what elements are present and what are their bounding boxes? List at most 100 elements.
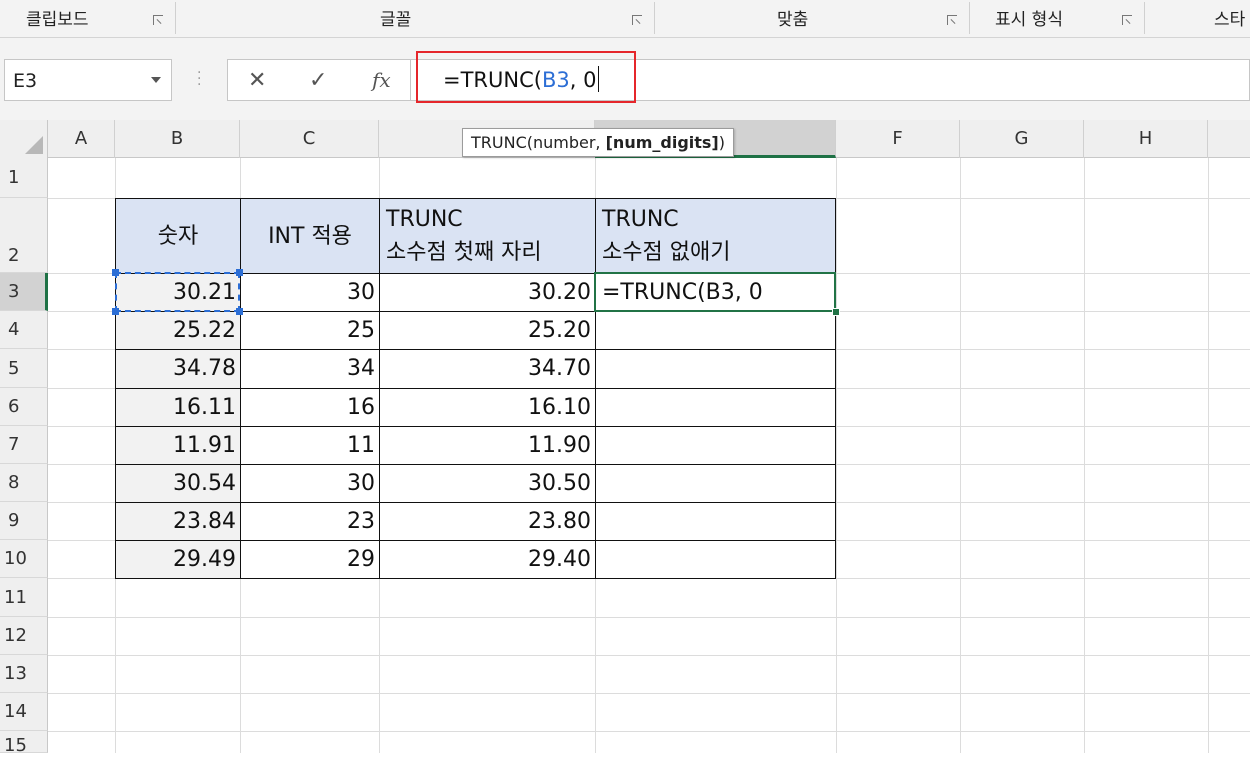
cell-e8[interactable] — [595, 464, 836, 503]
ribbon-group-number[interactable]: 표시 형식 — [995, 0, 1063, 37]
column-header-b[interactable]: B — [115, 120, 240, 158]
cell-c3[interactable]: 30 — [240, 273, 380, 312]
row-header-1[interactable]: 1 — [0, 158, 48, 198]
cell-b8[interactable]: 30.54 — [115, 464, 241, 503]
row-header-14[interactable]: 14 — [0, 693, 48, 731]
header-cell-c2[interactable]: INT 적용 — [240, 198, 380, 274]
row-header-9[interactable]: 9 — [0, 502, 48, 540]
function-argument-tooltip[interactable]: TRUNC(number, [num_digits]) — [462, 128, 734, 157]
cell-c10[interactable]: 29 — [240, 540, 380, 579]
gridline — [48, 731, 1250, 732]
cell-b10[interactable]: 29.49 — [115, 540, 241, 579]
more-options-icon[interactable]: · · · — [197, 66, 201, 92]
name-box-value: E3 — [13, 70, 38, 92]
gridline — [1208, 158, 1209, 753]
row-header-4[interactable]: 4 — [0, 311, 48, 349]
chevron-down-icon[interactable] — [151, 77, 161, 83]
insert-function-icon[interactable]: fx — [372, 68, 391, 92]
header-cell-d2[interactable]: TRUNC 소수점 첫째 자리 — [379, 198, 596, 274]
enter-check-icon[interactable]: ✓ — [309, 70, 327, 92]
header-cell-b2[interactable]: 숫자 — [115, 198, 241, 274]
cell-b4[interactable]: 25.22 — [115, 311, 241, 350]
cell-b5[interactable]: 34.78 — [115, 349, 241, 389]
ribbon-separator — [969, 2, 970, 34]
column-header-g[interactable]: G — [960, 120, 1084, 158]
ribbon-group-alignment[interactable]: 맞춤 — [777, 0, 808, 37]
cell-d6[interactable]: 16.10 — [379, 388, 596, 427]
cell-c5[interactable]: 34 — [240, 349, 380, 389]
fill-handle[interactable] — [832, 308, 840, 316]
cell-c7[interactable]: 11 — [240, 426, 380, 465]
cell-d10[interactable]: 29.40 — [379, 540, 596, 579]
cell-d3[interactable]: 30.20 — [379, 273, 596, 312]
clipboard-launcher-icon[interactable] — [153, 15, 164, 26]
alignment-launcher-icon[interactable] — [947, 15, 958, 26]
column-header-a[interactable]: A — [48, 120, 115, 158]
active-cell-border — [594, 272, 836, 312]
cell-e10[interactable] — [595, 540, 836, 579]
cell-c4[interactable]: 25 — [240, 311, 380, 350]
tooltip-current-argument[interactable]: [num_digits] — [606, 133, 719, 152]
cell-c9[interactable]: 23 — [240, 502, 380, 541]
reference-handle[interactable] — [112, 308, 119, 315]
gridline — [48, 655, 1250, 656]
tooltip-suffix: ) — [718, 133, 725, 152]
ribbon-group-font[interactable]: 글꼴 — [380, 0, 411, 37]
header-cell-b2-text: 숫자 — [157, 223, 199, 249]
cell-e7[interactable] — [595, 426, 836, 465]
header-cell-e2-line2: 소수점 없애기 — [602, 240, 731, 265]
row-header-6[interactable]: 6 — [0, 388, 48, 426]
row-header-11[interactable]: 11 — [0, 578, 48, 617]
header-cell-c2-text: INT 적용 — [268, 223, 352, 249]
font-launcher-icon[interactable] — [632, 15, 643, 26]
cell-e6[interactable] — [595, 388, 836, 427]
column-header-f[interactable]: F — [836, 120, 960, 158]
formula-divider — [410, 59, 411, 101]
row-header-13[interactable]: 13 — [0, 655, 48, 693]
ribbon: 클립보드 글꼴 맞춤 표시 형식 스타 — [0, 0, 1250, 38]
row-header-8[interactable]: 8 — [0, 464, 48, 502]
row-header-12[interactable]: 12 — [0, 617, 48, 655]
cell-e9[interactable] — [595, 502, 836, 541]
cell-b6[interactable]: 16.11 — [115, 388, 241, 427]
cell-d7[interactable]: 11.90 — [379, 426, 596, 465]
cell-d4[interactable]: 25.20 — [379, 311, 596, 350]
ribbon-group-clipboard[interactable]: 클립보드 — [26, 0, 89, 37]
column-header-h[interactable]: H — [1084, 120, 1208, 158]
cancel-icon[interactable]: ✕ — [248, 70, 266, 92]
gridline — [48, 617, 1250, 618]
ribbon-group-styles[interactable]: 스타 — [1214, 0, 1245, 37]
reference-handle[interactable] — [236, 308, 243, 315]
row-header-2[interactable]: 2 — [0, 198, 48, 273]
header-cell-d2-line2: 소수점 첫째 자리 — [386, 240, 542, 265]
cell-c6[interactable]: 16 — [240, 388, 380, 427]
cell-d9[interactable]: 23.80 — [379, 502, 596, 541]
cell-c8[interactable]: 30 — [240, 464, 380, 503]
reference-marquee-b3 — [115, 272, 240, 312]
column-header-c[interactable]: C — [240, 120, 379, 158]
row-header-15[interactable]: 15 — [0, 731, 48, 756]
gridline — [1084, 158, 1085, 753]
cell-d5[interactable]: 34.70 — [379, 349, 596, 389]
cell-d8[interactable]: 30.50 — [379, 464, 596, 503]
ribbon-separator — [1144, 2, 1145, 34]
reference-handle[interactable] — [236, 269, 243, 276]
cell-e5[interactable] — [595, 349, 836, 389]
ribbon-separator — [654, 2, 655, 34]
number-launcher-icon[interactable] — [1122, 15, 1133, 26]
ribbon-separator — [175, 2, 176, 34]
row-header-5[interactable]: 5 — [0, 349, 48, 388]
gridline — [836, 158, 837, 753]
row-header-7[interactable]: 7 — [0, 426, 48, 464]
name-box[interactable]: E3 — [4, 59, 172, 101]
select-all-button[interactable] — [0, 120, 48, 158]
tooltip-prefix: TRUNC(number, — [471, 133, 606, 152]
row-header-10[interactable]: 10 — [0, 540, 48, 578]
cell-b9[interactable]: 23.84 — [115, 502, 241, 541]
cell-b7[interactable]: 11.91 — [115, 426, 241, 465]
gridline — [960, 158, 961, 753]
reference-handle[interactable] — [112, 269, 119, 276]
row-header-3[interactable]: 3 — [0, 273, 48, 311]
cell-e4[interactable] — [595, 311, 836, 350]
header-cell-e2[interactable]: TRUNC 소수점 없애기 — [595, 198, 836, 274]
